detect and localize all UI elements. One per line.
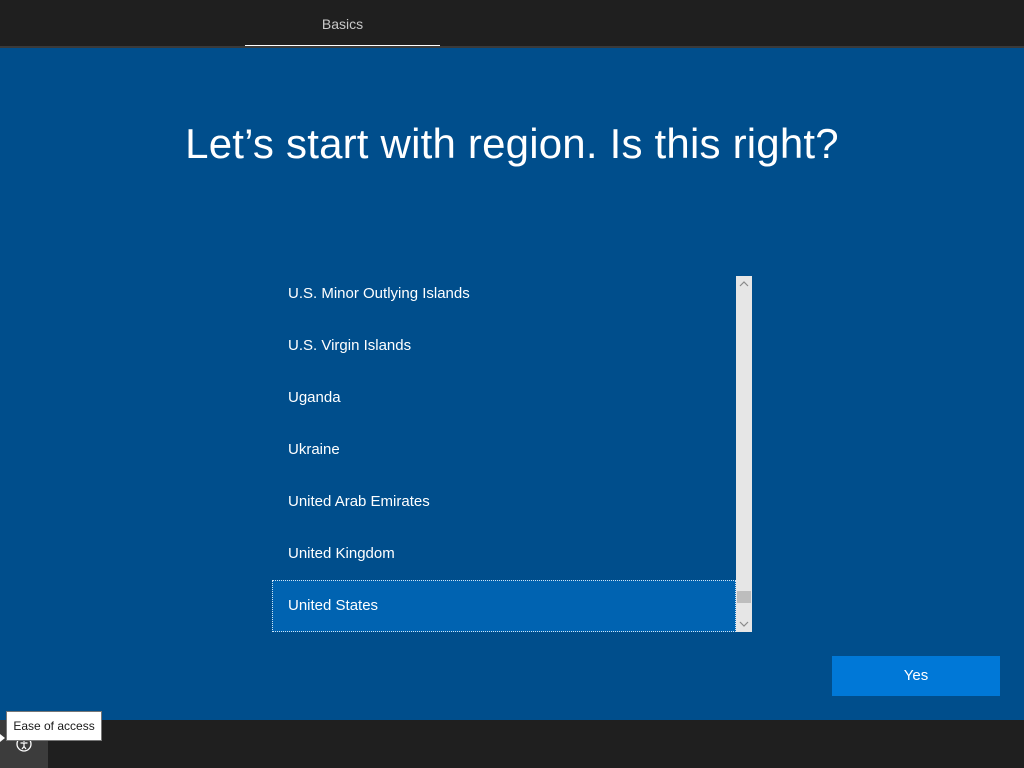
mouse-cursor-icon (0, 734, 5, 742)
list-item-united-states[interactable]: United States (272, 580, 736, 632)
ease-of-access-tooltip: Ease of access (6, 711, 102, 741)
yes-button[interactable]: Yes (832, 656, 1000, 696)
page-title: Let’s start with region. Is this right? (185, 120, 839, 167)
list-item-us-minor-outlying-islands[interactable]: U.S. Minor Outlying Islands (272, 268, 736, 320)
top-divider (0, 46, 1024, 48)
bottom-bar (0, 720, 1024, 768)
tab-basics[interactable]: Basics (245, 0, 440, 46)
list-item-ukraine[interactable]: Ukraine (272, 424, 736, 476)
top-bar (0, 0, 1024, 46)
list-item-united-kingdom[interactable]: United Kingdom (272, 528, 736, 580)
region-listbox[interactable]: U.S. Minor Outlying Islands U.S. Virgin … (272, 276, 752, 632)
chevron-down-icon[interactable] (736, 616, 752, 632)
list-item-united-arab-emirates[interactable]: United Arab Emirates (272, 476, 736, 528)
list-item-us-virgin-islands[interactable]: U.S. Virgin Islands (272, 320, 736, 372)
chevron-up-icon[interactable] (736, 276, 752, 292)
region-list: U.S. Minor Outlying Islands U.S. Virgin … (272, 276, 736, 632)
list-item-uganda[interactable]: Uganda (272, 372, 736, 424)
list-scrollbar[interactable] (736, 276, 752, 632)
scrollbar-thumb[interactable] (737, 591, 751, 603)
